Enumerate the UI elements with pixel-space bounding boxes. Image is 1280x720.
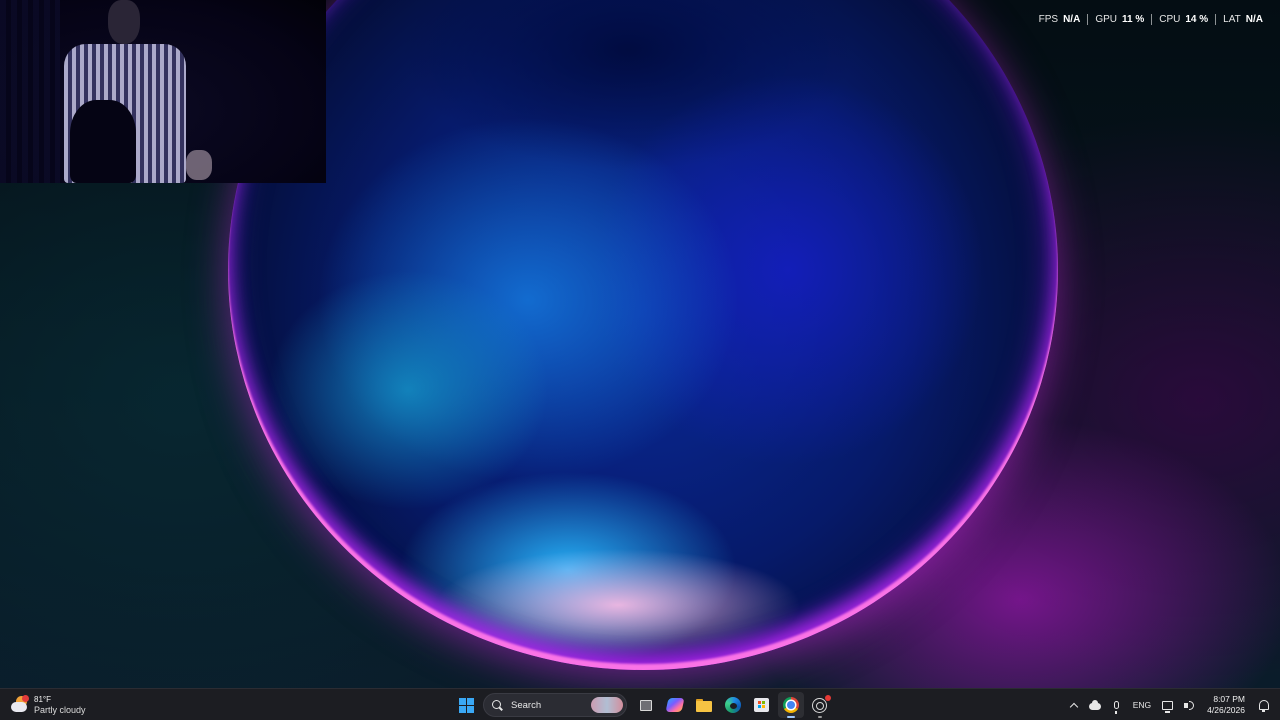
start-button[interactable] [454,692,480,718]
search-label: Search [511,699,542,711]
lat-value: N/A [1245,13,1263,25]
store-icon [754,698,769,712]
obs-button[interactable] [807,692,833,718]
task-view-button[interactable] [633,692,659,718]
network-button[interactable] [1159,695,1177,715]
gpu-label: GPU [1095,13,1117,25]
weather-text: 81°F Partly cloudy [34,694,86,716]
cpu-label: CPU [1159,13,1181,25]
fps-value: N/A [1063,13,1081,25]
lat-label: LAT [1223,13,1241,25]
clock[interactable]: 8:07 PM 4/26/2026 [1207,694,1245,716]
file-explorer-button[interactable] [691,692,717,718]
copilot-icon [665,698,684,712]
fps-stat: FPS N/A [1032,14,1088,25]
cpu-value: 14 % [1185,13,1209,25]
active-app-indicator [786,716,795,718]
notifications-button[interactable] [1255,695,1273,715]
input-language-indicator[interactable]: ENG [1133,700,1151,710]
weather-alert-badge [22,695,29,702]
gpu-stat: GPU 11 % [1087,13,1151,25]
partly-cloudy-icon [10,695,30,715]
weather-widget[interactable]: 81°F Partly cloudy [10,691,86,719]
chevron-up-icon [1070,702,1079,711]
webcam-person-head [108,0,140,44]
running-app-indicator [817,716,822,718]
cpu-stat: CPU 14 % [1151,13,1215,25]
taskbar-center: Search [452,691,834,719]
store-button[interactable] [749,692,775,718]
webcam-overlay [0,0,326,183]
fps-label: FPS [1038,13,1059,25]
search-highlight-image [591,697,623,713]
chrome-icon [782,697,799,713]
edge-icon [724,697,741,713]
performance-overlay: FPS N/A GPU 11 % CPU 14 % LAT N/A [1032,12,1270,26]
search-icon [492,699,503,711]
network-icon [1162,700,1174,713]
onedrive-button[interactable] [1086,695,1104,715]
speaker-icon [1183,700,1194,710]
folder-icon [695,698,712,712]
taskbar: 81°F Partly cloudy Search ENG 8:07 PM 4/… [0,688,1280,720]
show-hidden-icons-button[interactable] [1065,695,1083,715]
weather-condition: Partly cloudy [34,705,86,715]
weather-temperature: 81°F [34,695,51,704]
cloud-icon [1089,699,1102,710]
gpu-value: 11 % [1121,13,1145,25]
microphone-icon [1113,701,1119,714]
lat-stat: LAT N/A [1215,13,1270,25]
edge-button[interactable] [720,692,746,718]
clock-date: 4/26/2026 [1207,705,1245,715]
bell-icon [1258,700,1269,712]
wallpaper-bloom-rim [228,0,1058,670]
webcam-background-curtain [0,0,60,183]
recording-dot-icon [825,694,831,701]
taskbar-search-box[interactable]: Search [483,693,627,717]
windows-start-icon [459,697,474,713]
obs-icon [812,694,831,713]
copilot-button[interactable] [662,692,688,718]
microphone-button[interactable] [1107,695,1125,715]
webcam-person-arm [70,100,136,183]
clock-time: 8:07 PM [1213,694,1245,704]
task-view-icon [639,699,652,711]
volume-button[interactable] [1180,695,1198,715]
chrome-button[interactable] [777,692,804,718]
system-tray: ENG 8:07 PM 4/26/2026 [1064,691,1274,719]
webcam-person-hand [186,150,212,180]
